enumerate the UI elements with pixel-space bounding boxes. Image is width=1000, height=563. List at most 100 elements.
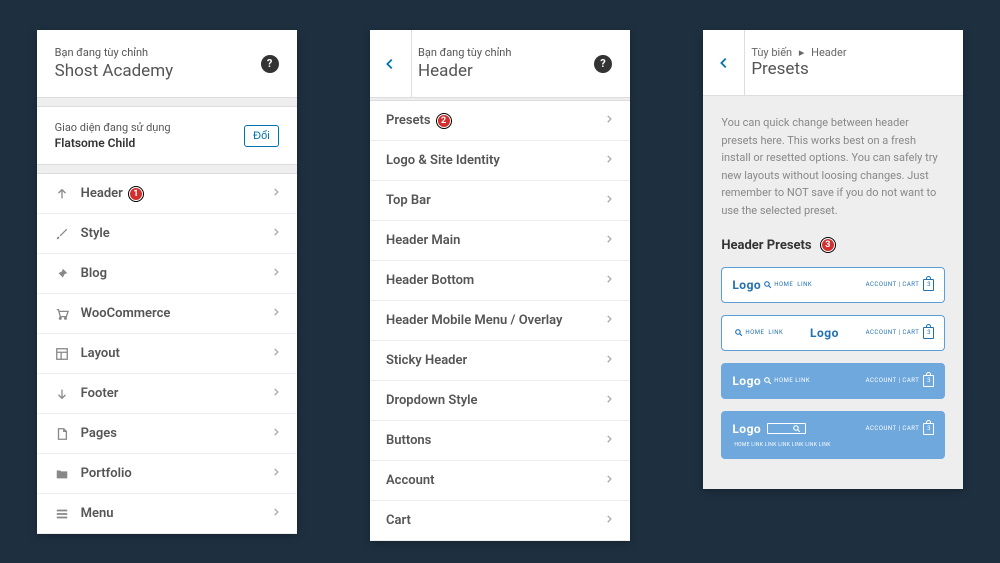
preset-nav-home: HOME xyxy=(774,281,793,288)
chevron-right-icon xyxy=(271,226,281,241)
presets-description: You can quick change between header pres… xyxy=(703,96,963,238)
header-presets-heading: Header Presets 3 xyxy=(721,238,945,253)
menu-item-label: Sticky Header xyxy=(386,353,604,368)
header-preset-3[interactable]: Logo HOME LINK ACCOUNT | CART 3 xyxy=(721,363,945,399)
arrow-up-icon xyxy=(53,187,71,201)
breadcrumb-parent: Tùy biến xyxy=(751,46,792,59)
chevron-right-icon xyxy=(604,273,614,288)
chevron-right-icon xyxy=(271,506,281,521)
menu-item-label: Layout xyxy=(81,346,271,361)
preset-nav-home: HOME xyxy=(745,329,764,336)
menu-item-label: Account xyxy=(386,473,604,488)
panel-title: Header xyxy=(418,61,594,81)
menu-item-logo-site-identity[interactable]: Logo & Site Identity xyxy=(370,141,630,181)
preset-nav-home-link: HOME LINK xyxy=(774,377,810,384)
preset-account-cart: ACCOUNT | CART xyxy=(866,329,920,336)
panel-header: Tùy biến ▸ Header Presets xyxy=(703,30,963,96)
menu-item-header-main[interactable]: Header Main xyxy=(370,221,630,261)
menu-item-label: Footer xyxy=(81,386,271,401)
menu-item-header[interactable]: Header1 xyxy=(37,174,297,214)
menu-item-label: Presets2 xyxy=(386,113,604,128)
menu-item-buttons[interactable]: Buttons xyxy=(370,421,630,461)
panel-title: Presets xyxy=(751,59,945,79)
chevron-right-icon xyxy=(271,466,281,481)
menu-item-layout[interactable]: Layout xyxy=(37,334,297,374)
panel-header: Bạn đang tùy chỉnh Header ? xyxy=(370,30,630,98)
menu-item-woocommerce[interactable]: WooCommerce xyxy=(37,294,297,334)
chevron-right-icon xyxy=(604,193,614,208)
change-theme-button[interactable]: Đổi xyxy=(244,125,279,147)
menu-item-label: Logo & Site Identity xyxy=(386,153,604,168)
chevron-right-icon xyxy=(271,266,281,281)
preset-sub-nav: HOME LINK LINK LINK LINK LINK LINK xyxy=(732,442,934,448)
menu-item-top-bar[interactable]: Top Bar xyxy=(370,181,630,221)
search-icon xyxy=(763,376,772,385)
help-icon[interactable]: ? xyxy=(594,55,612,73)
annotation-badge-2: 2 xyxy=(437,114,451,128)
menu-item-presets[interactable]: Presets2 xyxy=(370,101,630,141)
menu-item-dropdown-style[interactable]: Dropdown Style xyxy=(370,381,630,421)
preset-account-cart: ACCOUNT | CART xyxy=(866,377,920,384)
menu-item-menu[interactable]: Menu xyxy=(37,494,297,534)
preset-search-box xyxy=(767,423,806,434)
preset-account-cart: ACCOUNT | CART xyxy=(866,425,920,432)
header-presets-heading-text: Header Presets xyxy=(721,238,811,253)
header-preset-4[interactable]: Logo ACCOUNT | CART 3 HOME LINK LINK LIN… xyxy=(721,411,945,459)
menu-item-label: Header Mobile Menu / Overlay xyxy=(386,313,604,328)
menu-item-header-bottom[interactable]: Header Bottom xyxy=(370,261,630,301)
preset-logo: Logo xyxy=(732,422,761,436)
menu-item-label: Header Bottom xyxy=(386,273,604,288)
search-icon xyxy=(734,328,743,337)
customizer-panel-presets: Tùy biến ▸ Header Presets You can quick … xyxy=(703,30,963,489)
menu-item-footer[interactable]: Footer xyxy=(37,374,297,414)
header-subtitle: Bạn đang tùy chỉnh xyxy=(418,46,594,59)
breadcrumb-current: Header xyxy=(811,46,846,59)
help-icon[interactable]: ? xyxy=(261,55,279,73)
chevron-right-icon xyxy=(604,433,614,448)
cart-icon: 3 xyxy=(923,279,934,291)
folder-icon xyxy=(53,467,71,481)
active-theme-box: Giao diện đang sử dụng Flatsome Child Đổ… xyxy=(37,106,297,165)
preset-logo: Logo xyxy=(732,278,761,292)
site-title: Shost Academy xyxy=(55,61,261,81)
menu-item-label: Menu xyxy=(81,506,271,521)
search-icon xyxy=(792,424,801,433)
menu-item-label: Pages xyxy=(81,426,271,441)
preset-logo: Logo xyxy=(732,374,761,388)
menu-item-cart[interactable]: Cart xyxy=(370,501,630,541)
menu-item-account[interactable]: Account xyxy=(370,461,630,501)
customizer-panel-header: Bạn đang tùy chỉnh Header ? Presets2 Logo… xyxy=(370,30,630,541)
header-preset-1[interactable]: Logo HOME LINK ACCOUNT | CART 3 xyxy=(721,267,945,303)
header-subtitle: Bạn đang tùy chỉnh xyxy=(55,46,261,59)
chevron-right-icon xyxy=(271,386,281,401)
menu-item-sticky-header[interactable]: Sticky Header xyxy=(370,341,630,381)
menu-item-style[interactable]: Style xyxy=(37,214,297,254)
preset-logo: Logo xyxy=(810,326,839,340)
preset-nav-link: LINK xyxy=(797,281,812,288)
header-presets-section: Header Presets 3 Logo HOME LINK ACCOUNT … xyxy=(703,238,963,489)
chevron-right-icon xyxy=(271,346,281,361)
chevron-right-icon xyxy=(604,393,614,408)
menu-item-label: Dropdown Style xyxy=(386,393,604,408)
menu-item-header-mobile-menu-overlay[interactable]: Header Mobile Menu / Overlay xyxy=(370,301,630,341)
pushpin-icon xyxy=(53,267,71,281)
cart-icon: 3 xyxy=(923,327,934,339)
back-button[interactable] xyxy=(370,30,412,97)
menu-item-label: Header1 xyxy=(81,186,271,201)
menu-item-pages[interactable]: Pages xyxy=(37,414,297,454)
breadcrumb-separator: ▸ xyxy=(799,46,805,59)
chevron-right-icon xyxy=(604,473,614,488)
paintbrush-icon xyxy=(53,227,71,241)
header-preset-2[interactable]: HOME LINK Logo ACCOUNT | CART 3 xyxy=(721,315,945,351)
menu-item-portfolio[interactable]: Portfolio xyxy=(37,454,297,494)
search-icon xyxy=(763,280,772,289)
layout-icon xyxy=(53,347,71,361)
menu-item-blog[interactable]: Blog xyxy=(37,254,297,294)
back-button[interactable] xyxy=(703,30,745,95)
preset-nav-link: LINK xyxy=(768,329,783,336)
chevron-right-icon xyxy=(604,313,614,328)
theme-label: Giao diện đang sử dụng xyxy=(55,121,171,134)
annotation-badge-1: 1 xyxy=(129,187,143,201)
cart-icon xyxy=(53,307,71,321)
menu-list: Presets2Logo & Site IdentityTop BarHeade… xyxy=(370,100,630,541)
